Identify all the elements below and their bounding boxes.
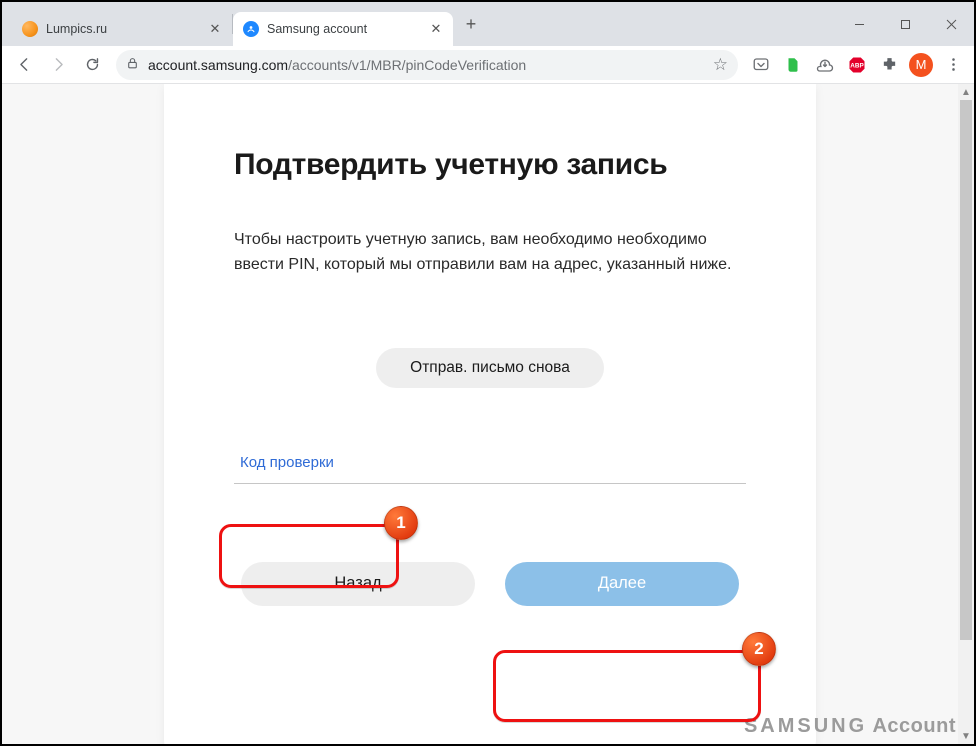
- extension-download-icon[interactable]: [810, 50, 840, 80]
- bookmark-star-icon[interactable]: ☆: [713, 55, 728, 75]
- page-heading: Подтвердить учетную запись: [234, 148, 746, 182]
- tab-title: Samsung account: [267, 22, 429, 36]
- scroll-down-icon[interactable]: ▼: [958, 728, 974, 744]
- tab-title: Lumpics.ru: [46, 22, 208, 36]
- extension-evernote-icon[interactable]: [778, 50, 808, 80]
- verify-card: Подтвердить учетную запись Чтобы настрои…: [164, 84, 816, 744]
- verification-code-input[interactable]: [234, 450, 746, 484]
- forward-button[interactable]: [42, 49, 74, 81]
- avatar-letter: M: [909, 53, 933, 77]
- tab-strip: Lumpics.ru ✕ Samsung account ✕ +: [2, 2, 485, 46]
- url-domain: account.samsung.com: [148, 57, 288, 73]
- svg-text:ABP: ABP: [850, 62, 864, 69]
- close-tab-icon[interactable]: ✕: [429, 22, 443, 36]
- tab-lumpics[interactable]: Lumpics.ru ✕: [12, 12, 232, 46]
- window-controls: [836, 2, 974, 46]
- address-bar[interactable]: account.samsung.com/accounts/v1/MBR/pinC…: [116, 50, 738, 80]
- url-path: /accounts/v1/MBR/pinCodeVerification: [288, 57, 526, 73]
- browser-menu-icon[interactable]: [938, 50, 968, 80]
- page-viewport: Подтвердить учетную запись Чтобы настрои…: [2, 84, 974, 744]
- scroll-thumb[interactable]: [960, 100, 972, 640]
- next-button-page[interactable]: Далее: [505, 562, 739, 606]
- favicon-lumpics-icon: [22, 21, 38, 37]
- code-field-group: Код проверки: [234, 450, 746, 484]
- brand-footer: SAMSUNG Account: [744, 715, 956, 738]
- minimize-button[interactable]: [836, 2, 882, 46]
- close-tab-icon[interactable]: ✕: [208, 22, 222, 36]
- extension-pocket-icon[interactable]: [746, 50, 776, 80]
- profile-avatar[interactable]: M: [906, 50, 936, 80]
- back-button[interactable]: [8, 49, 40, 81]
- new-tab-button[interactable]: +: [457, 10, 485, 38]
- extension-adblock-icon[interactable]: ABP: [842, 50, 872, 80]
- close-window-button[interactable]: [928, 2, 974, 46]
- reload-button[interactable]: [76, 49, 108, 81]
- window-titlebar: Lumpics.ru ✕ Samsung account ✕ +: [2, 2, 974, 46]
- page-description: Чтобы настроить учетную запись, вам необ…: [234, 228, 746, 278]
- action-row: Назад Далее: [234, 562, 746, 606]
- vertical-scrollbar[interactable]: ▲ ▼: [958, 84, 974, 744]
- maximize-button[interactable]: [882, 2, 928, 46]
- tab-samsung-account[interactable]: Samsung account ✕: [233, 12, 453, 46]
- back-button-page[interactable]: Назад: [241, 562, 475, 606]
- scroll-up-icon[interactable]: ▲: [958, 84, 974, 100]
- browser-toolbar: account.samsung.com/accounts/v1/MBR/pinC…: [2, 46, 974, 84]
- extensions-menu-icon[interactable]: [874, 50, 904, 80]
- lock-icon: [126, 57, 140, 73]
- resend-email-button[interactable]: Отправ. письмо снова: [376, 348, 604, 388]
- favicon-samsung-icon: [243, 21, 259, 37]
